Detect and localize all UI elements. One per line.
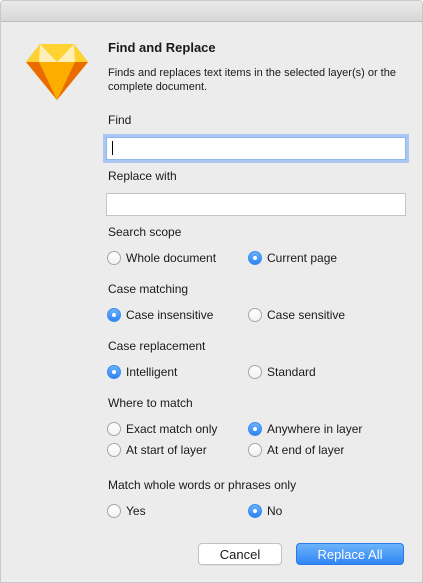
radio-case-insensitive[interactable]: Case insensitive [107, 306, 213, 324]
replace-all-button[interactable]: Replace All [296, 543, 404, 565]
radio-at-end-of-layer[interactable]: At end of layer [248, 441, 344, 459]
radio-no[interactable]: No [248, 502, 282, 520]
find-label: Find [108, 113, 132, 127]
radio-anywhere-in-layer[interactable]: Anywhere in layer [248, 420, 362, 438]
radio-label: Current page [267, 251, 338, 265]
radio-label: Intelligent [126, 365, 178, 379]
radio-label: Standard [267, 365, 316, 379]
radio-indicator [248, 504, 262, 518]
radio-indicator [107, 365, 121, 379]
radio-indicator [248, 251, 262, 265]
where-to-match-label: Where to match [108, 396, 193, 410]
radio-label: Yes [126, 504, 146, 518]
radio-case-sensitive[interactable]: Case sensitive [248, 306, 345, 324]
radio-label: Case sensitive [267, 308, 346, 322]
radio-label: Case insensitive [126, 308, 214, 322]
radio-indicator [107, 308, 121, 322]
find-replace-dialog: Find and Replace Finds and replaces text… [0, 0, 423, 583]
radio-intelligent[interactable]: Intelligent [107, 363, 177, 381]
radio-indicator [248, 308, 262, 322]
case-matching-label: Case matching [108, 282, 189, 296]
radio-indicator [107, 443, 121, 457]
replace-label: Replace with [108, 169, 177, 183]
radio-indicator [107, 251, 121, 265]
dialog-title: Find and Replace [108, 40, 216, 55]
whole-words-label: Match whole words or phrases only [108, 478, 297, 492]
sketch-diamond-icon [26, 44, 88, 100]
radio-label: Exact match only [126, 422, 218, 436]
radio-standard[interactable]: Standard [248, 363, 316, 381]
text-caret [112, 141, 113, 155]
radio-label: At end of layer [267, 443, 345, 457]
radio-whole-document[interactable]: Whole document [107, 249, 216, 267]
cancel-button[interactable]: Cancel [198, 543, 282, 565]
radio-indicator [248, 443, 262, 457]
radio-yes[interactable]: Yes [107, 502, 146, 520]
find-input[interactable] [106, 137, 406, 160]
radio-label: Whole document [126, 251, 217, 265]
radio-indicator [248, 422, 262, 436]
radio-exact-match-only[interactable]: Exact match only [107, 420, 217, 438]
radio-at-start-of-layer[interactable]: At start of layer [107, 441, 207, 459]
replace-input[interactable] [106, 193, 406, 216]
radio-indicator [107, 504, 121, 518]
dialog-description: Finds and replaces text items in the sel… [108, 67, 396, 93]
radio-label: No [267, 504, 283, 518]
radio-label: Anywhere in layer [267, 422, 363, 436]
radio-label: At start of layer [126, 443, 207, 457]
radio-current-page[interactable]: Current page [248, 249, 337, 267]
case-replacement-label: Case replacement [108, 339, 206, 353]
search-scope-label: Search scope [108, 225, 182, 239]
radio-indicator [248, 365, 262, 379]
window-titlebar[interactable] [1, 1, 422, 22]
radio-indicator [107, 422, 121, 436]
